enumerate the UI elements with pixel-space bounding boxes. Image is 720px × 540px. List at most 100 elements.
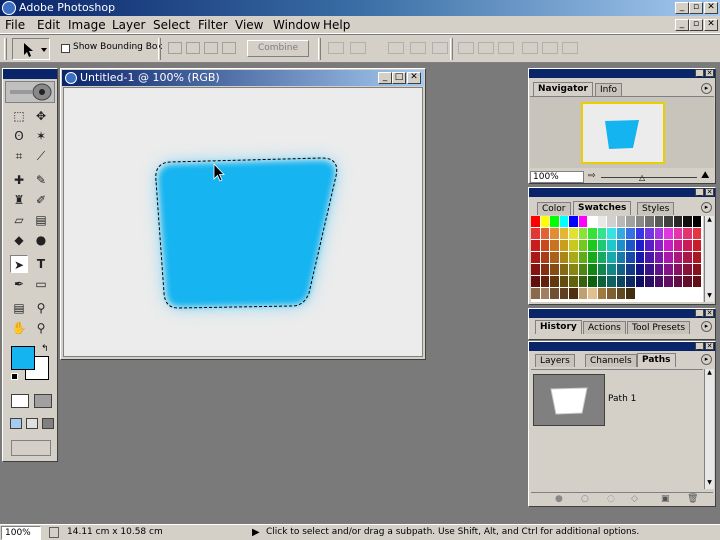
gradient-tool-icon[interactable]: ▤ [32,211,50,229]
align-top-icon[interactable] [328,42,344,54]
distribute-left-icon[interactable] [522,42,538,54]
show-bounding-box-checkbox[interactable] [61,44,70,53]
menu-view[interactable]: View [235,17,263,33]
doc-minimize-icon[interactable]: _ [675,19,689,31]
swatch[interactable] [531,240,540,251]
swatch[interactable] [569,240,578,251]
swatch[interactable] [588,288,597,299]
quick-mask-mode-icon[interactable] [34,394,52,408]
tab-actions[interactable]: Actions [583,321,626,334]
navigator-minimize-icon[interactable]: _ [695,69,704,77]
swatches-close-icon[interactable]: ✕ [705,188,714,196]
standard-screen-icon[interactable] [10,418,22,429]
swatch[interactable] [607,216,616,227]
brush-tool-icon[interactable]: ✎ [32,171,50,189]
swatch[interactable] [588,276,597,287]
fill-path-icon[interactable]: ● [555,494,563,504]
swatch[interactable] [550,252,559,263]
stroke-path-icon[interactable]: ○ [581,494,589,504]
swatch[interactable] [664,228,673,239]
marquee-tool-icon[interactable]: ⬚ [10,107,28,125]
swatch[interactable] [673,264,682,275]
swatch[interactable] [588,228,597,239]
delete-path-icon[interactable]: 🗑 [687,494,698,504]
magic-wand-icon[interactable]: ✶ [32,127,50,145]
move-tool-icon[interactable]: ✥ [32,107,50,125]
paths-scrollbar[interactable]: ▲ ▼ [704,369,714,489]
swatch[interactable] [569,216,578,227]
swap-colors-icon[interactable]: ↰ [41,344,49,354]
swatch[interactable] [683,252,692,263]
swatch[interactable] [673,240,682,251]
swatch[interactable] [683,240,692,251]
swatch[interactable] [673,288,682,299]
distribute-bottom-icon[interactable] [498,42,514,54]
paths-title-bar[interactable]: _ ✕ [529,342,715,351]
swatch[interactable] [540,240,549,251]
swatch[interactable] [531,276,540,287]
swatch[interactable] [683,264,692,275]
swatch[interactable] [559,264,568,275]
swatch[interactable] [645,288,654,299]
swatch[interactable] [616,216,625,227]
swatch[interactable] [559,276,568,287]
swatch[interactable] [626,216,635,227]
swatch[interactable] [588,216,597,227]
path-selection-tool-icon[interactable]: ➤ [10,255,28,273]
adobe-online-button[interactable] [5,81,55,103]
hand-tool-icon[interactable]: ✋ [10,319,28,337]
swatch[interactable] [635,252,644,263]
swatch-grid[interactable] [531,216,703,302]
swatch[interactable] [635,288,644,299]
navigator-zoom-field[interactable]: 100% [530,171,584,183]
align-bottom-icon[interactable] [388,42,404,54]
menu-select[interactable]: Select [153,17,190,33]
swatch[interactable] [578,276,587,287]
swatch[interactable] [616,240,625,251]
foreground-color-swatch[interactable] [11,346,35,370]
swatch[interactable] [578,252,587,263]
history-menu-icon[interactable]: ▸ [701,321,712,332]
restore-icon[interactable]: ▫ [689,2,703,14]
menu-filter[interactable]: Filter [198,17,228,33]
swatch[interactable] [683,216,692,227]
swatch[interactable] [550,216,559,227]
swatch[interactable] [664,288,673,299]
swatches-title-bar[interactable]: _ ✕ [529,188,715,197]
swatch[interactable] [588,264,597,275]
swatch[interactable] [645,216,654,227]
swatch[interactable] [645,240,654,251]
swatch[interactable] [550,288,559,299]
healing-brush-icon[interactable]: ✚ [10,171,28,189]
swatch[interactable] [692,252,701,263]
swatch[interactable] [654,276,663,287]
swatch[interactable] [635,276,644,287]
swatch[interactable] [569,228,578,239]
swatch[interactable] [616,288,625,299]
swatches-menu-icon[interactable]: ▸ [701,202,712,213]
align-vcenter-icon[interactable] [350,42,366,54]
swatch[interactable] [664,264,673,275]
swatch[interactable] [569,252,578,263]
swatch[interactable] [540,252,549,263]
add-to-shape-icon[interactable] [168,42,182,54]
doc-window-minimize-icon[interactable]: _ [378,72,392,84]
tab-paths[interactable]: Paths [637,353,676,367]
paths-minimize-icon[interactable]: _ [695,342,704,350]
scroll-up-icon[interactable]: ▲ [705,216,714,225]
swatch[interactable] [540,276,549,287]
swatch[interactable] [626,252,635,263]
swatch[interactable] [683,276,692,287]
slice-tool-icon[interactable]: ⟋ [32,147,50,165]
swatch[interactable] [664,216,673,227]
swatch[interactable] [559,252,568,263]
swatch[interactable] [559,288,568,299]
swatch[interactable] [654,288,663,299]
swatch[interactable] [569,264,578,275]
tool-preset-picker[interactable] [12,38,50,60]
swatch[interactable] [597,276,606,287]
distribute-hcenter-icon[interactable] [542,42,558,54]
swatch[interactable] [531,288,540,299]
crop-tool-icon[interactable]: ⌗ [10,147,28,165]
swatch[interactable] [645,264,654,275]
